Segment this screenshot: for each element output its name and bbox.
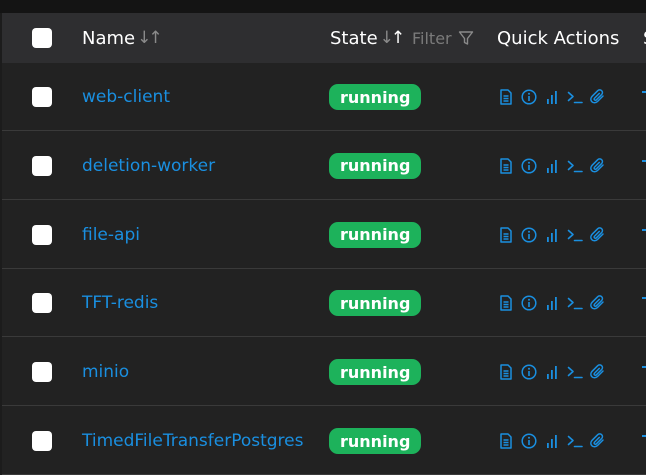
logs-icon[interactable] [498, 157, 514, 175]
quick-actions [498, 156, 613, 176]
status-badge: running [329, 221, 422, 248]
attach-icon[interactable] [590, 432, 606, 450]
container-name-link[interactable]: web-client [82, 63, 170, 131]
logs-icon[interactable] [498, 432, 514, 450]
console-icon[interactable] [567, 88, 583, 106]
stats-icon[interactable] [544, 88, 560, 106]
attach-icon[interactable] [590, 157, 606, 175]
filter-label: Filter [412, 28, 452, 48]
next-column-action-icon[interactable] [642, 91, 646, 93]
select-all-checkbox[interactable] [32, 28, 52, 48]
column-quick-actions-label: Quick Actions [497, 27, 620, 49]
console-icon[interactable] [567, 363, 583, 381]
attach-icon[interactable] [590, 363, 606, 381]
quick-actions [498, 293, 613, 313]
sort-arrows-icon[interactable]: ↓↑ [137, 28, 162, 48]
status-badge: running [329, 359, 422, 386]
attach-icon[interactable] [590, 226, 606, 244]
state-filter-button[interactable]: Filter [412, 13, 474, 63]
table-row: deletion-worker running [2, 132, 646, 200]
status-badge: running [329, 84, 422, 110]
stats-icon[interactable] [544, 363, 560, 381]
console-icon[interactable] [567, 294, 583, 312]
console-icon[interactable] [567, 432, 583, 450]
table-row: minio running [2, 338, 646, 407]
top-strip [0, 0, 646, 13]
containers-table: Name ↓↑ State ↓↑ Filter Quick Actions S … [2, 13, 646, 475]
container-name-link[interactable]: deletion-worker [82, 132, 215, 200]
container-name-link[interactable]: file-api [82, 201, 140, 269]
row-checkbox[interactable] [32, 155, 52, 176]
sort-arrows-icon[interactable]: ↓↑ [380, 28, 406, 48]
quick-actions [498, 225, 613, 245]
inspect-icon[interactable] [521, 363, 537, 381]
next-column-action-icon[interactable] [642, 435, 646, 437]
container-name-link[interactable]: TFT-redis [82, 269, 158, 337]
status-badge: running [329, 152, 422, 179]
inspect-icon[interactable] [521, 432, 537, 450]
table-row: file-api running [2, 201, 646, 269]
row-checkbox[interactable] [32, 293, 52, 314]
inspect-icon[interactable] [521, 294, 537, 312]
next-column-action-icon[interactable] [642, 159, 646, 162]
row-checkbox[interactable] [32, 87, 52, 107]
next-column-action-icon[interactable] [642, 228, 646, 231]
filter-icon [458, 31, 473, 45]
column-header-state[interactable]: State ↓↑ [330, 13, 406, 63]
status-badge: running [329, 428, 422, 454]
container-name-link[interactable]: TimedFileTransferPostgres [82, 407, 304, 475]
table-row: web-client running [2, 63, 646, 131]
quick-actions [498, 87, 613, 107]
table-row: TimedFileTransferPostgres running [2, 407, 646, 475]
row-checkbox[interactable] [32, 431, 52, 451]
container-name-link[interactable]: minio [82, 338, 129, 406]
table-row: TFT-redis running [2, 269, 646, 338]
next-column-action-icon[interactable] [642, 297, 646, 300]
logs-icon[interactable] [498, 88, 514, 106]
row-checkbox[interactable] [32, 224, 52, 245]
column-name-label: Name [82, 27, 136, 49]
next-column-action-icon[interactable] [642, 366, 646, 369]
stats-icon[interactable] [544, 157, 560, 175]
row-checkbox[interactable] [32, 362, 52, 383]
attach-icon[interactable] [590, 88, 606, 106]
column-header-name[interactable]: Name ↓↑ [82, 13, 163, 63]
stats-icon[interactable] [544, 226, 560, 244]
quick-actions [498, 431, 613, 451]
column-header-quick-actions: Quick Actions [497, 13, 619, 63]
inspect-icon[interactable] [521, 157, 537, 175]
stats-icon[interactable] [544, 294, 560, 312]
inspect-icon[interactable] [521, 226, 537, 244]
console-icon[interactable] [567, 226, 583, 244]
logs-icon[interactable] [498, 226, 514, 244]
quick-actions [498, 362, 613, 382]
attach-icon[interactable] [590, 294, 606, 312]
table-header: Name ↓↑ State ↓↑ Filter Quick Actions S [2, 13, 646, 63]
console-icon[interactable] [567, 157, 583, 175]
status-badge: running [329, 290, 422, 317]
logs-icon[interactable] [498, 363, 514, 381]
column-state-label: State [330, 27, 378, 49]
stats-icon[interactable] [544, 432, 560, 450]
inspect-icon[interactable] [521, 88, 537, 106]
logs-icon[interactable] [498, 294, 514, 312]
